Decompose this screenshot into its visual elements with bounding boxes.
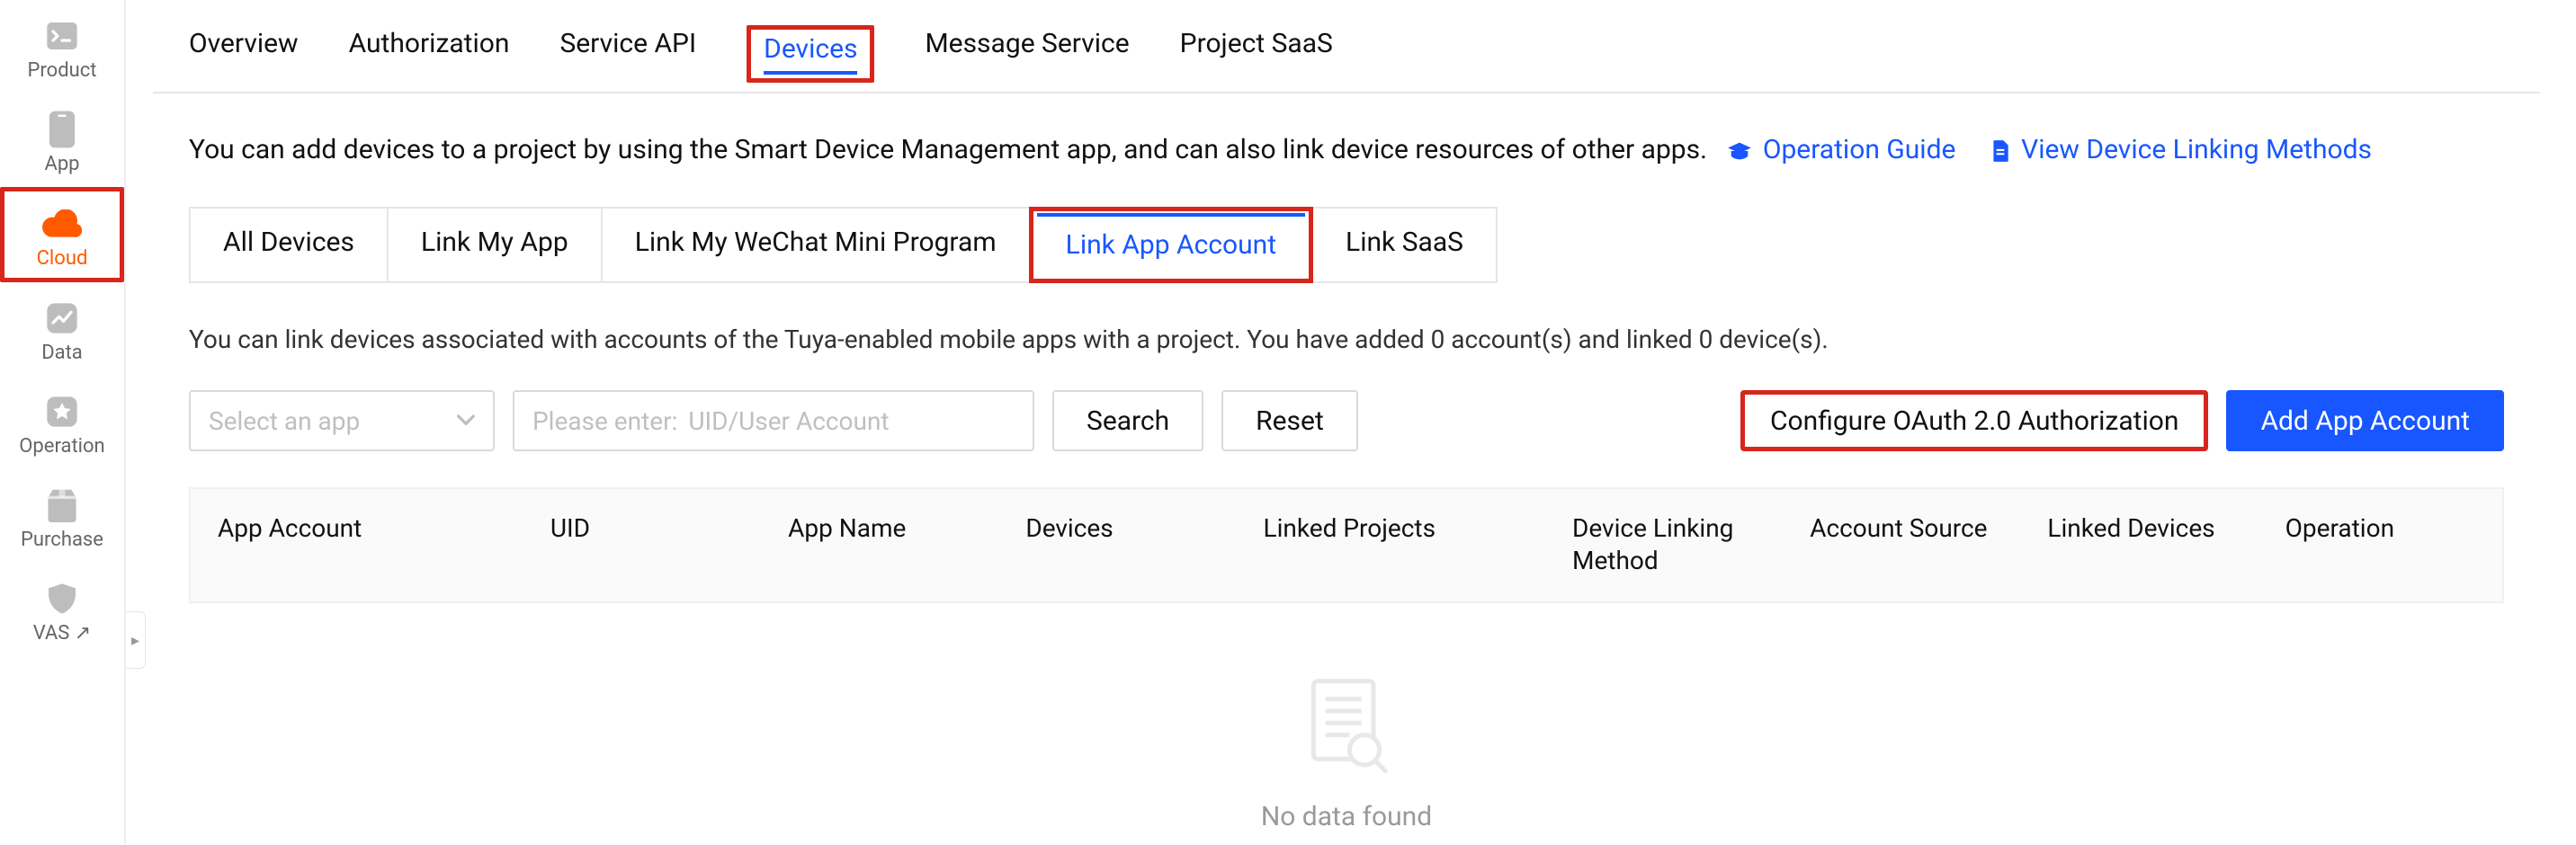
sub-tab-link-wechat[interactable]: Link My WeChat Mini Program xyxy=(601,207,1031,283)
description-body: You can add devices to a project by usin… xyxy=(189,134,1707,165)
view-linking-methods-link[interactable]: View Device Linking Methods xyxy=(1990,134,2372,165)
link-text: View Device Linking Methods xyxy=(2021,134,2372,165)
accounts-table-header: App Account UID App Name Devices Linked … xyxy=(189,487,2504,603)
sub-tab-link-saas[interactable]: Link SaaS xyxy=(1311,207,1498,283)
th-linked-projects: Linked Projects xyxy=(1264,512,1572,578)
input-prefix: Please enter: xyxy=(532,406,677,436)
device-sub-tabs: All Devices Link My App Link My WeChat M… xyxy=(153,174,2540,283)
sidebar-item-label: VAS ↗ xyxy=(33,624,92,644)
search-button[interactable]: Search xyxy=(1052,390,1203,451)
sidebar-item-vas[interactable]: VAS ↗ xyxy=(0,563,124,656)
tab-devices[interactable]: Devices xyxy=(747,25,874,83)
package-icon xyxy=(42,485,82,525)
sidebar-item-label: Product xyxy=(28,61,97,81)
add-app-account-button[interactable]: Add App Account xyxy=(2226,390,2504,451)
main-content: Overview Authorization Service API Devic… xyxy=(153,0,2540,832)
select-placeholder: Select an app xyxy=(209,406,360,436)
sidebar-item-label: App xyxy=(44,155,79,174)
reset-button[interactable]: Reset xyxy=(1221,390,1358,451)
sidebar-item-label: Cloud xyxy=(37,249,88,269)
configure-oauth-button[interactable]: Configure OAuth 2.0 Authorization xyxy=(1740,390,2208,451)
empty-document-icon xyxy=(1301,675,1391,774)
terminal-icon xyxy=(42,16,82,56)
sidebar-item-data[interactable]: Data xyxy=(0,282,124,376)
graduation-cap-icon xyxy=(1727,141,1752,161)
project-nav-tabs: Overview Authorization Service API Devic… xyxy=(153,0,2540,93)
sub-tab-label: Link App Account xyxy=(1066,229,1276,261)
sub-tab-all-devices[interactable]: All Devices xyxy=(189,207,389,283)
th-operation: Operation xyxy=(2285,512,2475,578)
sidebar: Product App Cloud Data Operation Purchas… xyxy=(0,0,126,845)
description-text: You can add devices to a project by usin… xyxy=(153,93,2540,174)
active-underline xyxy=(764,71,857,75)
document-icon xyxy=(1990,139,2011,163)
tab-authorization[interactable]: Authorization xyxy=(349,28,510,73)
filter-row: Select an app Please enter: UID/User Acc… xyxy=(153,354,2540,451)
link-text: Operation Guide xyxy=(1763,134,1956,165)
accounts-status-text: You can link devices associated with acc… xyxy=(153,283,2540,354)
phone-icon xyxy=(42,110,82,149)
th-account-source: Account Source xyxy=(1810,512,2047,578)
sidebar-expand-handle[interactable]: ▸ xyxy=(126,611,146,669)
sidebar-item-app[interactable]: App xyxy=(0,93,124,187)
th-linked-devices: Linked Devices xyxy=(2047,512,2285,578)
th-linking-method: Device Linking Method xyxy=(1572,512,1810,578)
sidebar-item-label: Operation xyxy=(19,437,104,457)
uid-input[interactable]: Please enter: UID/User Account xyxy=(513,390,1034,451)
sub-tab-link-my-app[interactable]: Link My App xyxy=(387,207,603,283)
chevron-right-icon: ▸ xyxy=(131,631,139,650)
empty-text: No data found xyxy=(1261,801,1432,832)
app-select[interactable]: Select an app xyxy=(189,390,495,451)
operation-guide-link[interactable]: Operation Guide xyxy=(1727,134,1963,165)
tab-message-service[interactable]: Message Service xyxy=(925,28,1129,73)
chevron-down-icon xyxy=(457,414,475,427)
input-placeholder: UID/User Account xyxy=(688,406,889,436)
sidebar-item-operation[interactable]: Operation xyxy=(0,376,124,469)
sidebar-item-label: Data xyxy=(41,343,83,363)
th-app-name: App Name xyxy=(788,512,1025,578)
sub-tab-link-app-account[interactable]: Link App Account xyxy=(1029,207,1313,283)
tab-label: Devices xyxy=(764,33,857,65)
empty-state: No data found xyxy=(153,603,2540,832)
shield-icon xyxy=(42,579,82,618)
th-app-account: App Account xyxy=(218,512,550,578)
tab-overview[interactable]: Overview xyxy=(189,28,299,73)
sidebar-item-cloud[interactable]: Cloud xyxy=(0,187,124,282)
tab-service-api[interactable]: Service API xyxy=(559,28,696,73)
tab-project-saas[interactable]: Project SaaS xyxy=(1180,28,1333,73)
th-uid: UID xyxy=(550,512,788,578)
sidebar-item-product[interactable]: Product xyxy=(0,0,124,93)
cloud-icon xyxy=(42,204,82,244)
active-top-bar xyxy=(1037,213,1305,217)
th-devices: Devices xyxy=(1025,512,1263,578)
sidebar-item-purchase[interactable]: Purchase xyxy=(0,469,124,563)
sidebar-item-label: Purchase xyxy=(21,530,103,550)
chart-icon xyxy=(42,298,82,338)
bookmark-icon xyxy=(42,392,82,431)
